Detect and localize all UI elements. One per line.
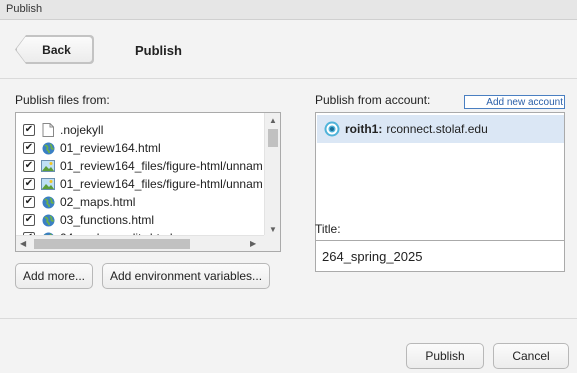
header-divider	[0, 78, 577, 79]
file-name: 01_review164_files/figure-html/unnam	[60, 177, 263, 191]
file-checkbox[interactable]: ✔	[23, 142, 35, 154]
file-row[interactable]: ✔ 02_maps.html	[16, 193, 135, 211]
cancel-button[interactable]: Cancel	[493, 343, 569, 369]
file-checkbox[interactable]: ✔	[23, 214, 35, 226]
scroll-right-arrow-icon[interactable]: ▶	[250, 239, 256, 248]
file-checkbox[interactable]: ✔	[23, 124, 35, 136]
file-checkbox[interactable]: ✔	[23, 178, 35, 190]
file-list[interactable]: ✔ .nojekyll ✔ 01_review164.html ✔ 01_rev…	[15, 112, 281, 252]
globe-file-icon	[41, 213, 55, 227]
file-name: 03_functions.html	[60, 213, 155, 227]
file-name: 01_review164_files/figure-html/unnam	[60, 159, 263, 173]
file-name: 02_maps.html	[60, 195, 136, 209]
publish-button[interactable]: Publish	[406, 343, 484, 369]
horizontal-scroll-thumb[interactable]	[34, 239, 190, 249]
account-item[interactable]: roith1: rconnect.stolaf.edu	[317, 115, 564, 143]
file-row[interactable]: ✔ 03_functions.html	[16, 211, 154, 229]
back-button-label: Back	[42, 42, 71, 57]
add-new-account-link[interactable]: Add new account	[464, 95, 565, 109]
files-label: Publish files from:	[15, 93, 110, 107]
image-file-icon	[41, 177, 55, 191]
scrollbar-corner	[264, 235, 280, 251]
globe-file-icon	[41, 195, 55, 209]
file-name: .nojekyll	[60, 123, 104, 137]
window-titlebar: Publish	[0, 0, 577, 20]
add-more-button[interactable]: Add more...	[15, 263, 93, 289]
file-checkbox[interactable]: ✔	[23, 160, 35, 172]
file-name: 01_review164.html	[60, 141, 161, 155]
file-row[interactable]: ✔ 01_review164_files/figure-html/unnam	[16, 175, 263, 193]
footer-divider	[0, 318, 577, 319]
blank-file-icon	[41, 123, 55, 137]
image-file-icon	[41, 159, 55, 173]
back-button[interactable]: Back	[16, 36, 93, 63]
add-environment-variables-label: Add environment variables...	[109, 269, 263, 283]
add-environment-variables-button[interactable]: Add environment variables...	[102, 263, 270, 289]
globe-file-icon	[41, 141, 55, 155]
file-row[interactable]: ✔ 01_review164_files/figure-html/unnam	[16, 157, 263, 175]
vertical-scroll-thumb[interactable]	[268, 129, 278, 147]
window-title: Publish	[6, 3, 43, 15]
horizontal-scrollbar[interactable]: ◀ ▶	[16, 235, 280, 251]
scroll-down-arrow-icon[interactable]: ▼	[269, 225, 277, 234]
file-row[interactable]: ✔ .nojekyll	[16, 121, 103, 139]
vertical-scrollbar[interactable]: ▲ ▼	[264, 113, 280, 236]
title-label: Title:	[315, 222, 341, 236]
page-title: Publish	[135, 43, 182, 58]
cancel-button-label: Cancel	[512, 349, 550, 363]
account-server: rconnect.stolaf.edu	[386, 122, 488, 136]
title-input[interactable]: 264_spring_2025	[315, 240, 565, 272]
scroll-up-arrow-icon[interactable]: ▲	[269, 116, 277, 125]
file-checkbox[interactable]: ✔	[23, 196, 35, 208]
add-new-account-label: Add new account	[486, 96, 563, 108]
scroll-left-arrow-icon[interactable]: ◀	[20, 239, 26, 248]
account-user: roith1:	[345, 122, 383, 136]
add-more-label: Add more...	[22, 269, 86, 283]
publish-button-label: Publish	[425, 349, 465, 363]
file-row[interactable]: ✔ 01_review164.html	[16, 139, 161, 157]
rstudio-connect-icon	[324, 121, 340, 137]
account-label: Publish from account:	[315, 93, 431, 107]
